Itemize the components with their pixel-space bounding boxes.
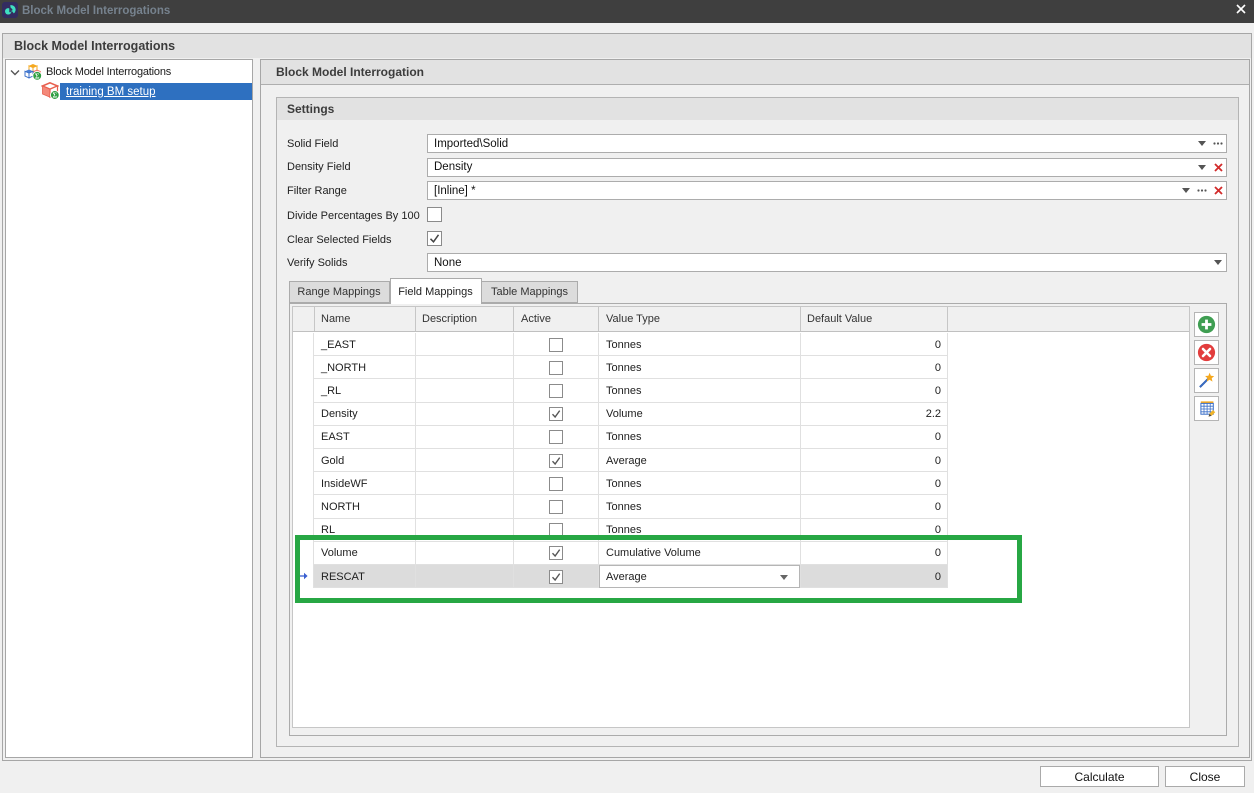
svg-text:Σ: Σ: [35, 72, 40, 80]
svg-text:Σ: Σ: [53, 92, 58, 100]
